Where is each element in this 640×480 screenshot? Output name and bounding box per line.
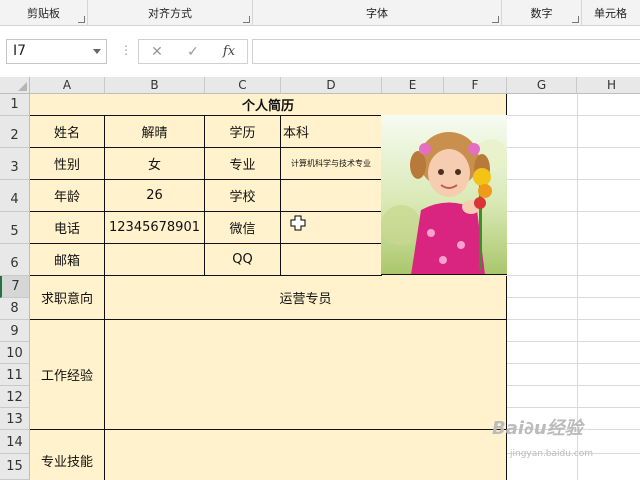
row-header-9[interactable]: 9	[0, 320, 30, 342]
row-header-3[interactable]: 3	[0, 148, 30, 180]
row-header-4[interactable]: 4	[0, 180, 30, 212]
value-qq[interactable]	[281, 244, 382, 276]
row-header-10[interactable]: 10	[0, 342, 30, 364]
name-box-value: I7	[13, 43, 27, 59]
dialog-launcher-icon[interactable]	[243, 16, 250, 23]
row-header-5[interactable]: 5	[0, 212, 30, 244]
value-age[interactable]: 26	[105, 180, 205, 212]
value-school[interactable]	[281, 180, 382, 212]
column-header-f[interactable]: F	[444, 77, 507, 94]
watermark-url: jingyan.baidu.com	[510, 449, 594, 459]
column-header-b[interactable]: B	[105, 77, 205, 94]
worksheet[interactable]: A B C D E F G H 1 2 3 4 5 6 7 8 9 10 11 …	[0, 70, 640, 480]
row-header-14[interactable]: 14	[0, 430, 30, 454]
column-header-h[interactable]: H	[577, 77, 640, 94]
enter-icon[interactable]: ✓	[179, 42, 207, 62]
row-header-11[interactable]: 11	[0, 364, 30, 386]
ribbon-group-clipboard[interactable]: 剪贴板	[0, 0, 88, 26]
label-objective[interactable]: 求职意向	[30, 276, 105, 320]
column-header-a[interactable]: A	[30, 77, 105, 94]
value-education[interactable]: 本科	[281, 116, 382, 148]
label-gender[interactable]: 性别	[30, 148, 105, 180]
column-header-e[interactable]: E	[382, 77, 444, 94]
column-header-c[interactable]: C	[205, 77, 281, 94]
resume-title[interactable]: 个人简历	[30, 94, 507, 116]
dialog-launcher-icon[interactable]	[492, 16, 499, 23]
label-wechat[interactable]: 微信	[205, 212, 281, 244]
column-header-d[interactable]: D	[281, 77, 382, 94]
select-all-corner[interactable]	[0, 77, 30, 94]
ribbon-group-label: 字体	[366, 7, 388, 20]
row-header-13[interactable]: 13	[0, 408, 30, 430]
row-header-7[interactable]: 7	[0, 276, 30, 298]
value-skills[interactable]	[105, 430, 507, 480]
label-education[interactable]: 学历	[205, 116, 281, 148]
label-major[interactable]: 专业	[205, 148, 281, 180]
value-phone[interactable]: 12345678901	[105, 212, 205, 244]
photo-girl-icon	[381, 115, 507, 274]
label-age[interactable]: 年龄	[30, 180, 105, 212]
cell-cursor-icon	[290, 215, 306, 231]
name-box[interactable]: I7	[6, 39, 107, 64]
insert-function-icon[interactable]: fx	[215, 42, 243, 62]
label-email[interactable]: 邮箱	[30, 244, 105, 276]
label-qq[interactable]: QQ	[205, 244, 281, 276]
row-header-6[interactable]: 6	[0, 244, 30, 276]
label-school[interactable]: 学校	[205, 180, 281, 212]
ribbon-gap	[0, 26, 640, 38]
label-name[interactable]: 姓名	[30, 116, 105, 148]
cancel-icon[interactable]: ✕	[143, 42, 171, 62]
ribbon: 剪贴板 对齐方式 字体 数字 单元格	[0, 0, 640, 26]
formula-buttons: ✕ ✓ fx	[138, 39, 248, 64]
row-header-1[interactable]: 1	[0, 94, 30, 116]
label-experience[interactable]: 工作经验	[30, 320, 105, 430]
watermark-logo: Bai∂u经验	[492, 418, 583, 439]
value-major[interactable]: 计算机科学与技术专业	[281, 148, 382, 180]
label-skills[interactable]: 专业技能	[30, 430, 105, 480]
dialog-launcher-icon[interactable]	[78, 16, 85, 23]
value-name[interactable]: 解晴	[105, 116, 205, 148]
formula-input[interactable]	[252, 39, 640, 64]
ribbon-group-alignment[interactable]: 对齐方式	[88, 0, 253, 26]
value-gender[interactable]: 女	[105, 148, 205, 180]
chevron-down-icon[interactable]	[93, 49, 101, 54]
ribbon-group-number[interactable]: 数字	[502, 0, 582, 26]
ribbon-group-cells[interactable]: 单元格	[582, 0, 640, 26]
row-header-2[interactable]: 2	[0, 116, 30, 148]
ribbon-group-font[interactable]: 字体	[253, 0, 502, 26]
row-header-12[interactable]: 12	[0, 386, 30, 408]
ribbon-group-label: 数字	[530, 7, 553, 20]
row-header-15[interactable]: 15	[0, 454, 30, 480]
dialog-launcher-icon[interactable]	[572, 16, 579, 23]
ribbon-group-label: 单元格	[594, 7, 627, 20]
photo-image[interactable]	[381, 115, 507, 275]
row-header-8[interactable]: 8	[0, 298, 30, 320]
select-all-icon	[18, 82, 27, 91]
column-header-g[interactable]: G	[507, 77, 577, 94]
value-email[interactable]	[105, 244, 205, 276]
value-objective[interactable]: 运营专员	[105, 276, 507, 320]
ribbon-group-label: 对齐方式	[148, 7, 192, 20]
ribbon-group-label: 剪贴板	[27, 7, 60, 20]
formula-bar-grip-icon[interactable]: ⋮	[120, 43, 132, 57]
label-phone[interactable]: 电话	[30, 212, 105, 244]
value-experience[interactable]	[105, 320, 507, 430]
